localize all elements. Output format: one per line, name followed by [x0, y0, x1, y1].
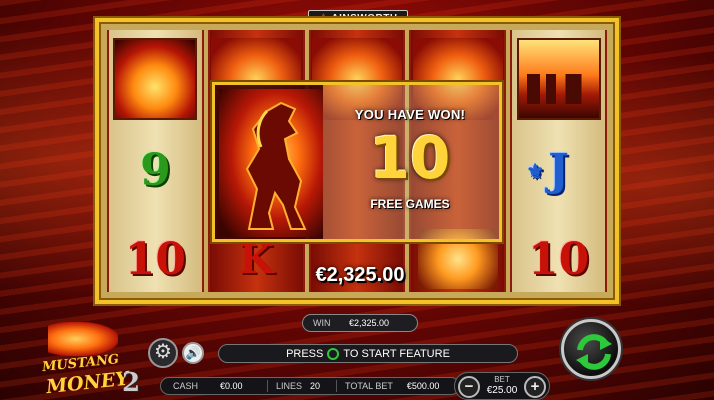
reel-1: 9 10	[107, 30, 204, 292]
bet-increase-button[interactable]: +	[524, 376, 546, 398]
divider	[336, 380, 337, 392]
cash-label: CASH	[173, 381, 199, 391]
prompt-feature-text: TO START FEATURE	[343, 347, 450, 360]
logo-horse-icon	[48, 322, 118, 356]
reel-5: ⚜ J 10	[510, 30, 607, 292]
start-feature-prompt: PRESS TO START FEATURE	[218, 344, 518, 363]
reel-1-bottom-symbol: 10	[124, 233, 187, 285]
divider	[267, 380, 268, 392]
prompt-press-text: PRESS	[286, 347, 324, 360]
free-games-label: FREE GAMES	[370, 197, 450, 211]
total-bet-segment: TOTAL BET €500.00	[345, 381, 439, 391]
spin-arrows-icon	[576, 334, 612, 370]
total-bet-label: TOTAL BET	[345, 381, 393, 391]
free-games-popup: YOU HAVE WON! 10 FREE GAMES	[212, 82, 502, 242]
lines-segment: LINES 20	[276, 381, 328, 391]
fleur-de-lis-icon: ⚜	[526, 159, 545, 183]
bet-control: − BET €25.00 +	[454, 372, 550, 400]
total-bet-value: €500.00	[406, 381, 440, 391]
total-win-amount: €2,325.00	[315, 264, 405, 286]
fire-gold-bars-icon	[113, 38, 198, 120]
cash-segment: CASH €0.00	[173, 381, 259, 391]
reel-1-top-symbol	[109, 34, 202, 124]
free-games-count: 10	[369, 124, 451, 192]
logo-number: 2	[122, 368, 141, 398]
win-value: €2,325.00	[349, 318, 390, 328]
speaker-icon[interactable]: 🔊	[182, 342, 204, 364]
reel-5-middle-symbol: ⚜ J	[512, 125, 605, 215]
mini-spin-icon	[327, 347, 340, 360]
spin-button[interactable]	[561, 319, 621, 379]
lines-label: LINES	[276, 381, 303, 391]
cash-value: €0.00	[220, 381, 243, 391]
reel-5-bottom-symbol: 10	[527, 233, 590, 285]
settings-gear-icon[interactable]: ⚙	[148, 338, 178, 368]
reel-5-middle-letter: J	[548, 144, 569, 196]
reel-1-middle-symbol: 9	[140, 144, 171, 196]
reel-5-top-symbol	[512, 34, 605, 124]
desert-sunset-icon	[516, 38, 601, 120]
lines-value: 20	[310, 381, 321, 391]
win-label: WIN	[313, 318, 331, 328]
won-headline: YOU HAVE WON!	[354, 107, 466, 122]
mustang-money-logo: MUSTANG MONEY 2	[40, 322, 150, 398]
win-display: WIN €2,325.00	[302, 314, 418, 332]
rearing-fire-horse-icon	[219, 89, 323, 237]
info-bar: CASH €0.00 LINES 20 TOTAL BET €500.00	[160, 377, 460, 395]
